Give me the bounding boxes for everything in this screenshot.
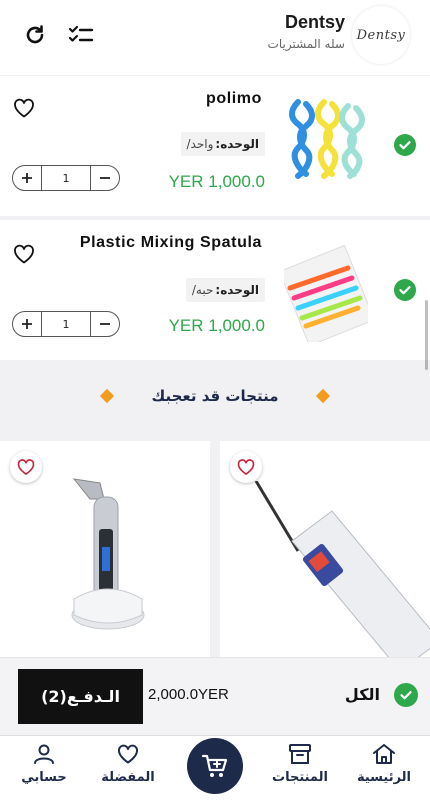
favorite-heart-icon[interactable] xyxy=(12,242,36,266)
product-image-pulp-tester xyxy=(254,481,430,671)
unit-badge: الوحده: واحد/ xyxy=(180,132,265,156)
favorite-heart-icon[interactable] xyxy=(230,451,262,483)
cart-item: Plastic Mixing Spatula الوحده: حبه/ YER … xyxy=(0,220,430,360)
favorite-heart-icon[interactable] xyxy=(12,96,36,120)
cart-fab-button[interactable] xyxy=(187,738,243,794)
suggested-product-card[interactable] xyxy=(220,441,430,671)
suggestions-title: منتجات قد تعجبك xyxy=(151,387,279,405)
favorite-heart-icon[interactable] xyxy=(10,451,42,483)
diamond-icon xyxy=(316,388,331,404)
page-subtitle: سله المشتريات xyxy=(267,37,345,51)
decrease-button[interactable] xyxy=(91,312,119,336)
app-header: Dentsy سله المشتريات Dentsy xyxy=(0,0,430,75)
product-price: YER 1,000.0 xyxy=(168,316,265,335)
checklist-icon[interactable] xyxy=(68,22,94,48)
increase-button[interactable] xyxy=(13,312,41,336)
unit-value: حبه/ xyxy=(191,283,214,297)
cart-screen: Dentsy سله المشتريات Dentsy polimo الوحد… xyxy=(0,0,430,800)
home-icon xyxy=(373,744,395,764)
unit-value: واحد/ xyxy=(186,137,214,151)
brand-logo: Dentsy xyxy=(352,6,410,64)
total-label: الكل xyxy=(344,685,380,704)
total-value: 2,000.0YER xyxy=(148,686,229,703)
nav-favorites[interactable]: المفضلة xyxy=(88,742,168,785)
unit-label: الوحده: xyxy=(215,283,259,297)
nav-products-label: المنتجات xyxy=(272,770,328,785)
bottom-nav: الرئيسية المنتجات المفضلة حسابي xyxy=(0,735,430,800)
product-price: YER 1,000.0 xyxy=(168,172,265,191)
scrollbar[interactable] xyxy=(425,300,428,370)
checkout-button[interactable]: الـدفـع(2) xyxy=(18,669,143,724)
cart-item: polimo الوحده: واحد/ YER 1,000.0 1 xyxy=(0,76,430,216)
cart-add-icon xyxy=(201,754,228,777)
select-all-check-icon[interactable] xyxy=(394,683,418,707)
unit-badge: الوحده: حبه/ xyxy=(185,278,265,302)
suggestions-heading: منتجات قد تعجبك xyxy=(0,380,430,412)
archive-box-icon xyxy=(289,744,311,764)
product-title: polimo xyxy=(205,90,262,107)
user-icon xyxy=(34,744,54,764)
increase-button[interactable] xyxy=(13,166,41,190)
checkout-bar: الـدفـع(2) 2,000.0YER الكل xyxy=(0,657,430,735)
quantity-value[interactable]: 1 xyxy=(41,312,91,336)
nav-products[interactable]: المنتجات xyxy=(260,742,340,785)
refresh-icon[interactable] xyxy=(22,22,48,48)
product-title: Plastic Mixing Spatula xyxy=(79,234,262,251)
nav-account[interactable]: حسابي xyxy=(4,742,84,785)
quantity-stepper: 1 xyxy=(12,311,120,337)
heart-icon xyxy=(118,744,138,764)
product-image-spatula xyxy=(284,244,368,342)
brand-name: Dentsy xyxy=(284,12,345,32)
suggested-product-card[interactable] xyxy=(0,441,210,671)
product-image-handpiece xyxy=(71,478,145,630)
nav-account-label: حسابي xyxy=(21,770,67,785)
nav-home-label: الرئيسية xyxy=(356,770,412,785)
nav-favorites-label: المفضلة xyxy=(101,770,155,785)
brand-block: Dentsy سله المشتريات xyxy=(268,12,345,51)
selected-check-icon[interactable] xyxy=(394,279,416,301)
quantity-value[interactable]: 1 xyxy=(41,166,91,190)
product-image-polimo xyxy=(289,99,365,179)
diamond-icon xyxy=(99,388,114,404)
decrease-button[interactable] xyxy=(91,166,119,190)
logo-text: Dentsy xyxy=(356,27,406,43)
nav-home[interactable]: الرئيسية xyxy=(344,742,424,785)
quantity-stepper: 1 xyxy=(12,165,120,191)
unit-label: الوحده: xyxy=(215,137,259,151)
selected-check-icon[interactable] xyxy=(394,134,416,156)
